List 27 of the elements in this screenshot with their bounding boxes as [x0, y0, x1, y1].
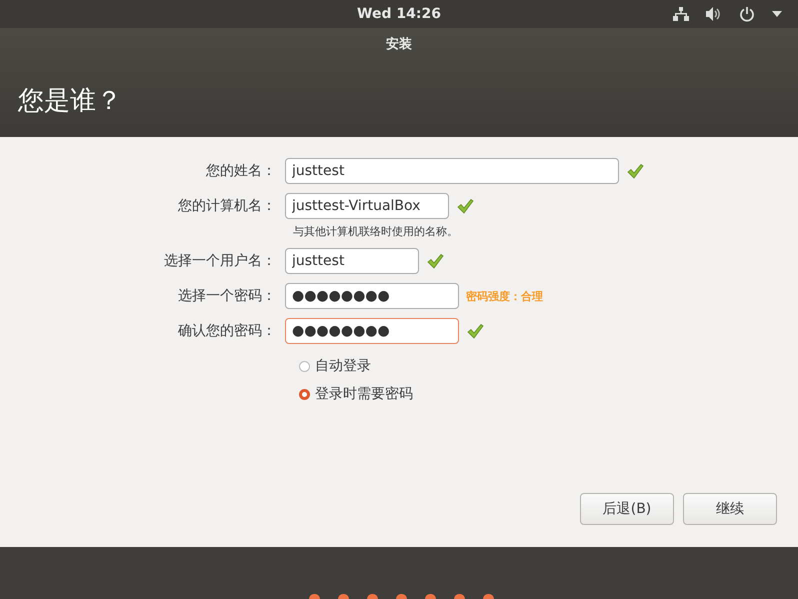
radio-label[interactable]: 登录时需要密码 — [315, 385, 413, 403]
input-field[interactable]: ●●●●●●●● — [285, 283, 459, 309]
page-title: 您是谁？ — [18, 85, 122, 118]
input-field[interactable]: justtest-VirtualBox — [285, 193, 449, 219]
window-title: 安装 — [386, 36, 412, 53]
radio-option[interactable]: 自动登录 — [299, 357, 777, 375]
field-label: 您的计算机名： — [177, 197, 277, 215]
dropdown-caret-icon[interactable] — [772, 11, 782, 17]
radio-button[interactable] — [299, 388, 310, 400]
radio-label[interactable]: 自动登录 — [315, 357, 371, 375]
field-label: 确认您的密码： — [177, 322, 277, 340]
network-icon[interactable] — [673, 7, 689, 21]
input-field[interactable]: justtest — [285, 248, 419, 274]
input-field[interactable]: justtest — [285, 158, 619, 184]
field-label: 选择一个用户名： — [163, 252, 277, 270]
input-field[interactable]: ●●●●●●●● — [285, 318, 459, 344]
radio-option[interactable]: 登录时需要密码 — [299, 385, 777, 403]
wizard-button[interactable]: 后退(B) — [580, 493, 674, 525]
field-label: 您的姓名： — [205, 162, 277, 180]
field-label: 选择一个密码： — [177, 287, 277, 305]
wizard-button[interactable]: 继续 — [683, 493, 777, 525]
power-icon[interactable] — [739, 6, 755, 22]
hint-text: 与其他计算机联络时使用的名称。 — [293, 224, 459, 239]
radio-button[interactable] — [299, 360, 310, 372]
password-strength: 密码强度：合理 — [466, 288, 543, 304]
clock[interactable]: Wed 14:26 — [357, 6, 441, 22]
volume-icon[interactable] — [706, 7, 722, 21]
